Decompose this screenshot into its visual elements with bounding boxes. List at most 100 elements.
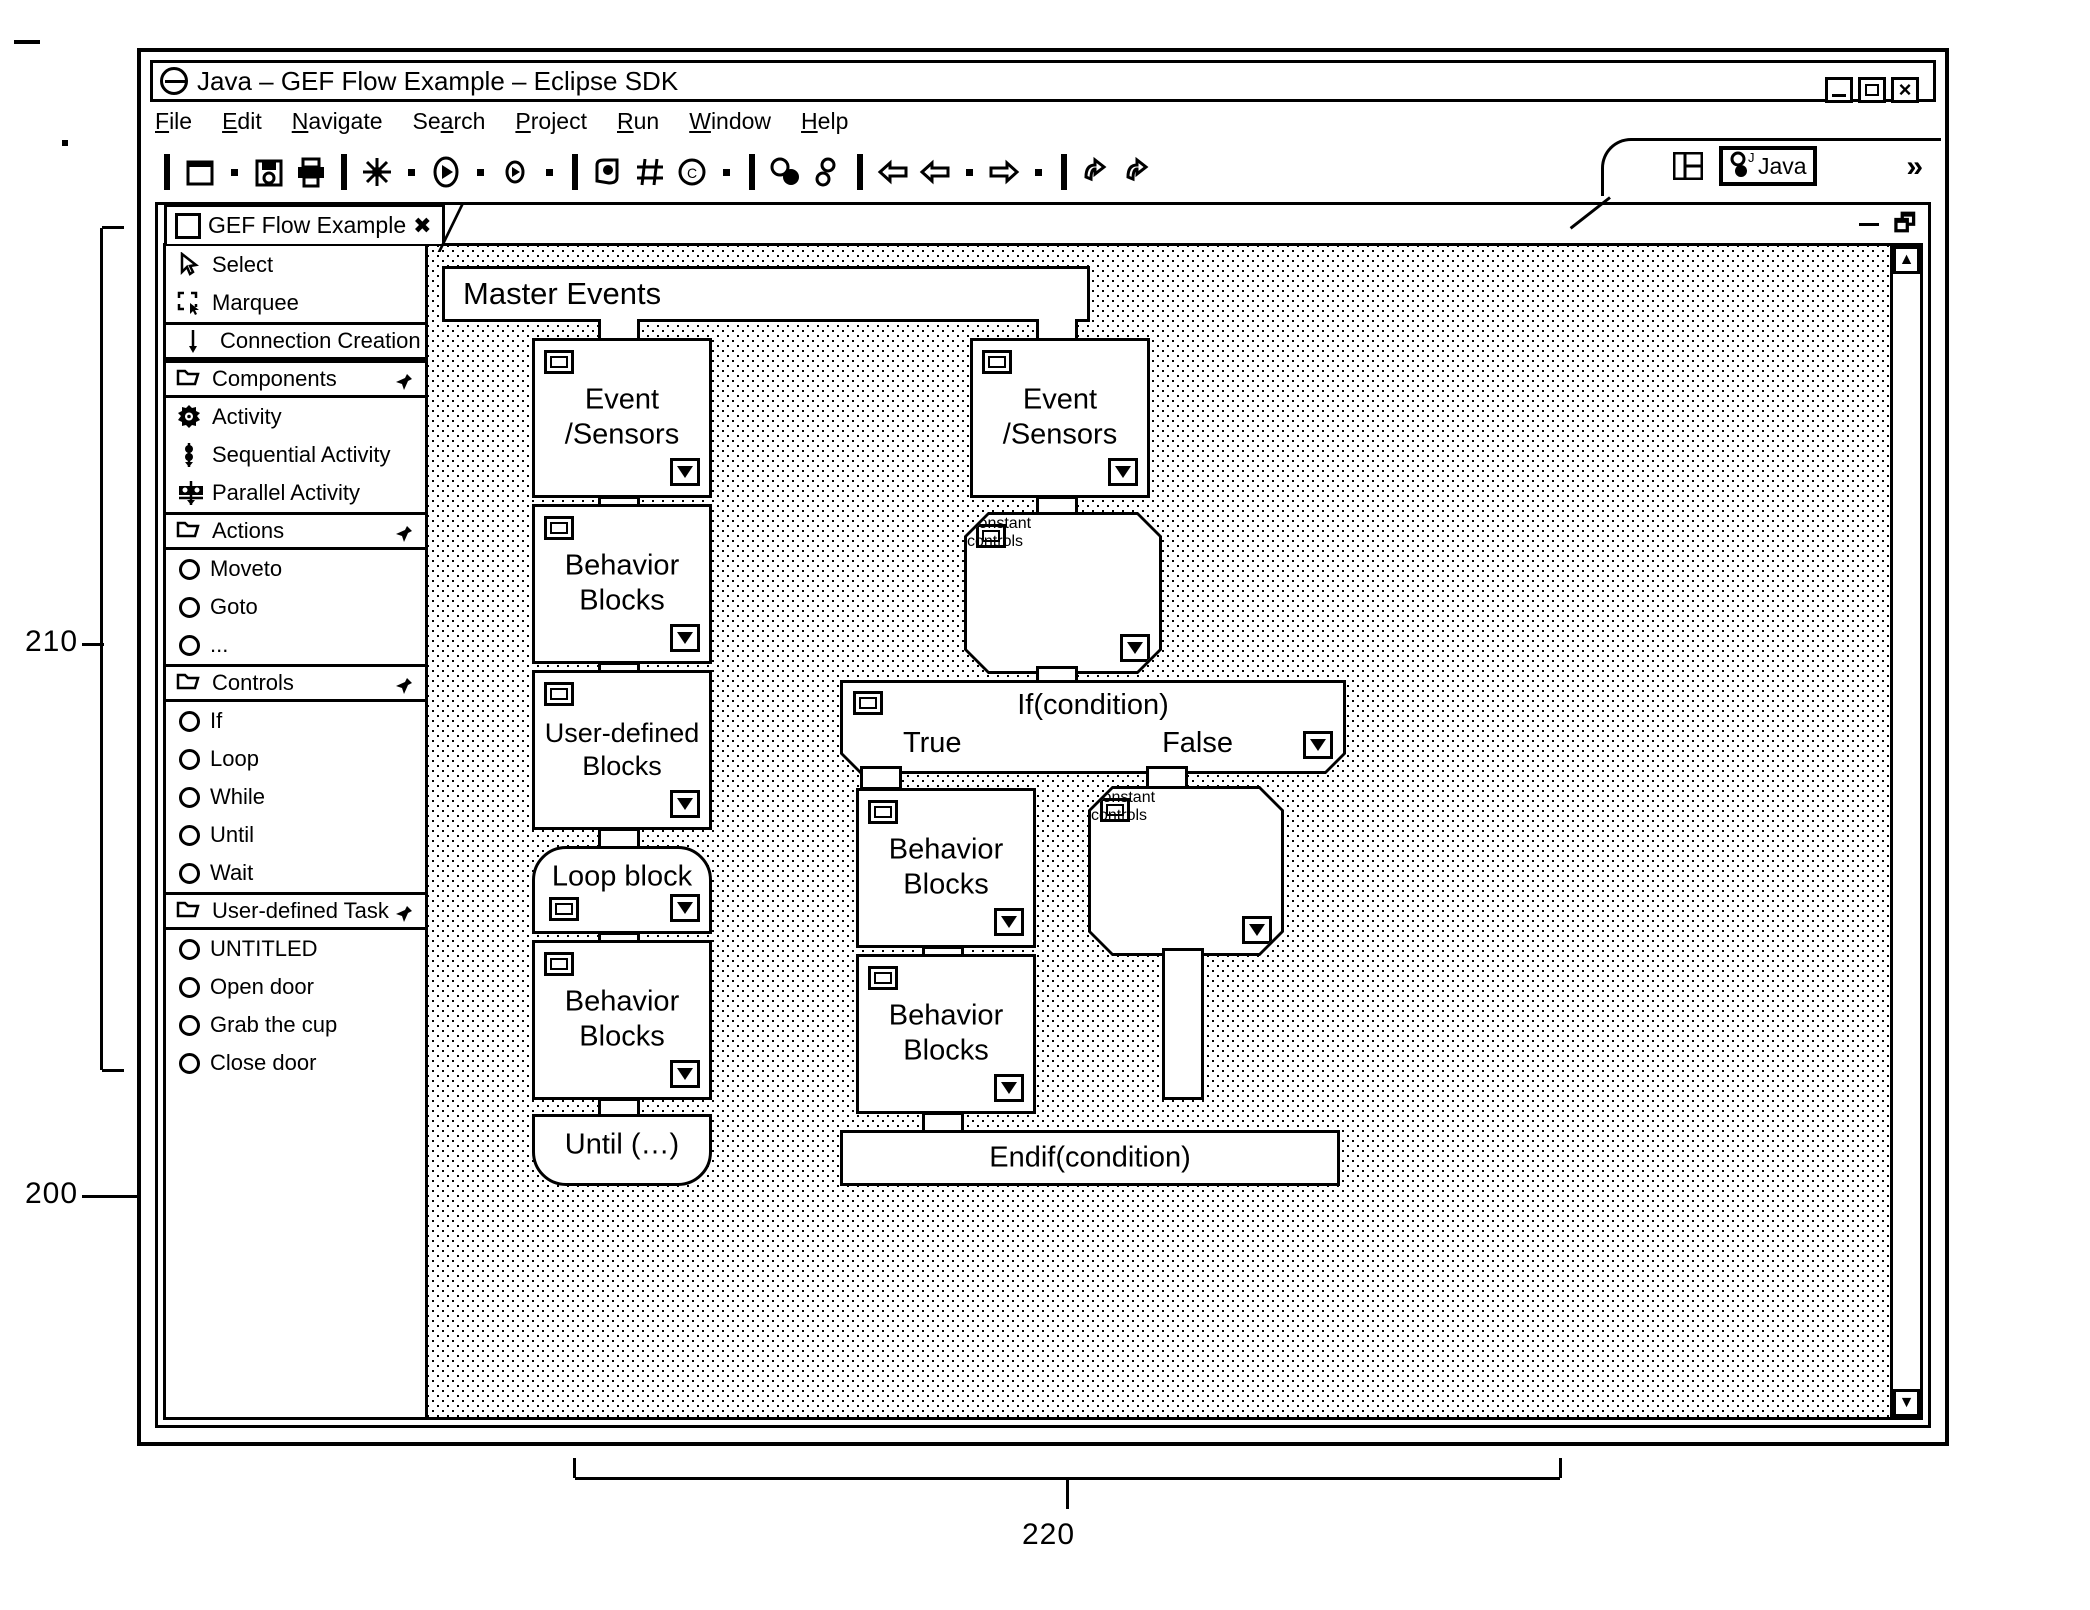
node-user-defined-blocks[interactable]: User-defined Blocks — [532, 670, 712, 830]
scroll-down-arrow-icon[interactable]: ▼ — [1893, 1389, 1920, 1417]
node-loop-block[interactable]: Loop block — [532, 846, 712, 934]
node-behavior-blocks-4[interactable]: Behavior Blocks — [856, 954, 1036, 1114]
palette-item-untitled[interactable]: UNTITLED — [166, 930, 425, 968]
close-button[interactable]: × — [1891, 77, 1919, 103]
node-dropdown-icon[interactable] — [1303, 731, 1333, 759]
next-icon[interactable] — [987, 155, 1021, 189]
print-icon[interactable] — [294, 155, 328, 189]
node-until[interactable]: Until (…) — [532, 1114, 712, 1186]
menu-window[interactable]: Window — [689, 108, 771, 135]
node-dropdown-icon[interactable] — [670, 790, 700, 818]
palette-item-if[interactable]: If — [166, 702, 425, 740]
diagram-canvas[interactable]: Master Events Event/Sensors Behavior Blo… — [428, 246, 1890, 1417]
node-window-icon — [549, 897, 579, 921]
palette-tool-marquee[interactable]: Marquee — [166, 284, 425, 322]
menu-file[interactable]: File — [155, 108, 192, 135]
palette-item-goto[interactable]: Goto — [166, 588, 425, 626]
prev-icon[interactable] — [918, 155, 952, 189]
copyright-icon[interactable]: C — [675, 155, 709, 189]
palette-item-parallel-activity[interactable]: Parallel Activity — [166, 474, 425, 512]
node-event-sensors-right[interactable]: Event/Sensors — [970, 338, 1150, 498]
dropdown-arrow-icon[interactable] — [1035, 168, 1042, 176]
palette-item-moveto[interactable]: Moveto — [166, 550, 425, 588]
new-file-icon[interactable] — [183, 155, 217, 189]
dropdown-arrow-icon[interactable] — [477, 168, 484, 176]
palette-item-ellipsis[interactable]: ... — [166, 626, 425, 664]
node-if-condition[interactable]: If(condition) True False — [840, 680, 1346, 774]
palette-item-loop[interactable]: Loop — [166, 740, 425, 778]
maximize-button[interactable] — [1858, 77, 1886, 103]
canvas-vertical-scrollbar[interactable]: ▲ ▼ — [1890, 246, 1920, 1417]
open-type-icon[interactable] — [768, 155, 802, 189]
grid-icon[interactable] — [633, 155, 667, 189]
perspective-java-button[interactable]: J Java — [1719, 146, 1817, 186]
node-behavior-blocks-3-label: Behavior Blocks — [888, 833, 1004, 901]
node-behavior-blocks-2[interactable]: Behavior Blocks — [532, 940, 712, 1100]
palette-item-sequential-activity[interactable]: Sequential Activity — [166, 436, 425, 474]
node-dropdown-icon[interactable] — [994, 1074, 1024, 1102]
node-dropdown-icon[interactable] — [670, 624, 700, 652]
undo-icon[interactable] — [1080, 155, 1114, 189]
back-icon[interactable] — [876, 155, 910, 189]
debug-icon[interactable] — [498, 155, 532, 189]
menu-run[interactable]: Run — [617, 108, 659, 135]
palette-group-user-defined-task[interactable]: User-defined Task — [166, 892, 425, 930]
palette-item-wait[interactable]: Wait — [166, 854, 425, 892]
palette-group-controls[interactable]: Controls — [166, 664, 425, 702]
node-behavior-blocks-1[interactable]: Behavior Blocks — [532, 504, 712, 664]
palette-group-actions[interactable]: Actions — [166, 512, 425, 550]
node-dropdown-icon[interactable] — [670, 1060, 700, 1088]
tab-close-icon[interactable]: ✖ — [413, 213, 431, 239]
node-constant-controls-1[interactable]: Constant controls — [964, 512, 1162, 674]
node-constant-controls-2[interactable]: Constant controls — [1088, 786, 1284, 956]
menu-project[interactable]: Project — [515, 108, 587, 135]
palette-item-untitled-label: UNTITLED — [210, 936, 318, 961]
palette-tool-select[interactable]: Select — [166, 246, 425, 284]
palette-item-close-door[interactable]: Close door — [166, 1044, 425, 1082]
node-until-label: Until (…) — [564, 1128, 680, 1161]
tab-gef-flow-example[interactable]: GEF Flow Example ✖ — [164, 204, 464, 252]
menu-help[interactable]: Help — [801, 108, 848, 135]
pin-icon[interactable] — [393, 903, 415, 925]
dropdown-arrow-icon[interactable] — [723, 168, 730, 176]
run-icon[interactable] — [429, 155, 463, 189]
dropdown-arrow-icon[interactable] — [546, 168, 553, 176]
minimize-icon[interactable] — [1859, 222, 1880, 226]
menu-edit[interactable]: Edit — [222, 108, 262, 135]
menu-navigate[interactable]: Navigate — [292, 108, 383, 135]
minimize-button[interactable] — [1825, 77, 1853, 103]
palette-item-until[interactable]: Until — [166, 816, 425, 854]
pin-icon[interactable] — [393, 523, 415, 545]
link-icon[interactable] — [810, 155, 844, 189]
palette-connection-creation[interactable]: Connection Creation — [166, 322, 425, 360]
maximize-icon[interactable]: 🗗 — [1893, 212, 1916, 236]
node-endif-condition[interactable]: Endif(condition) — [840, 1130, 1340, 1186]
pin-icon[interactable] — [393, 371, 415, 393]
palette-item-while[interactable]: While — [166, 778, 425, 816]
search-icon[interactable] — [591, 155, 625, 189]
scroll-up-arrow-icon[interactable]: ▲ — [1893, 246, 1920, 274]
perspective-grid-icon[interactable] — [1672, 151, 1704, 181]
node-dropdown-icon[interactable] — [1242, 916, 1272, 944]
palette-item-open-door[interactable]: Open door — [166, 968, 425, 1006]
node-dropdown-icon[interactable] — [670, 894, 700, 922]
dropdown-arrow-icon[interactable] — [231, 168, 238, 176]
redo-icon[interactable] — [1122, 155, 1156, 189]
node-dropdown-icon[interactable] — [1120, 634, 1150, 662]
build-icon[interactable] — [360, 155, 394, 189]
palette-group-components[interactable]: Components — [166, 360, 425, 398]
dropdown-arrow-icon[interactable] — [408, 168, 415, 176]
palette-item-activity[interactable]: Activity — [166, 398, 425, 436]
node-dropdown-icon[interactable] — [994, 908, 1024, 936]
dropdown-arrow-icon[interactable] — [966, 168, 973, 176]
menu-search[interactable]: Search — [413, 108, 486, 135]
toolbar-overflow-chevron[interactable]: » — [1906, 150, 1923, 184]
palette-item-grab-the-cup[interactable]: Grab the cup — [166, 1006, 425, 1044]
node-master-events[interactable]: Master Events — [442, 266, 1090, 322]
node-behavior-blocks-3[interactable]: Behavior Blocks — [856, 788, 1036, 948]
node-event-sensors-left[interactable]: Event/Sensors — [532, 338, 712, 498]
save-icon[interactable] — [252, 155, 286, 189]
node-dropdown-icon[interactable] — [1108, 458, 1138, 486]
pin-icon[interactable] — [393, 675, 415, 697]
node-dropdown-icon[interactable] — [670, 458, 700, 486]
